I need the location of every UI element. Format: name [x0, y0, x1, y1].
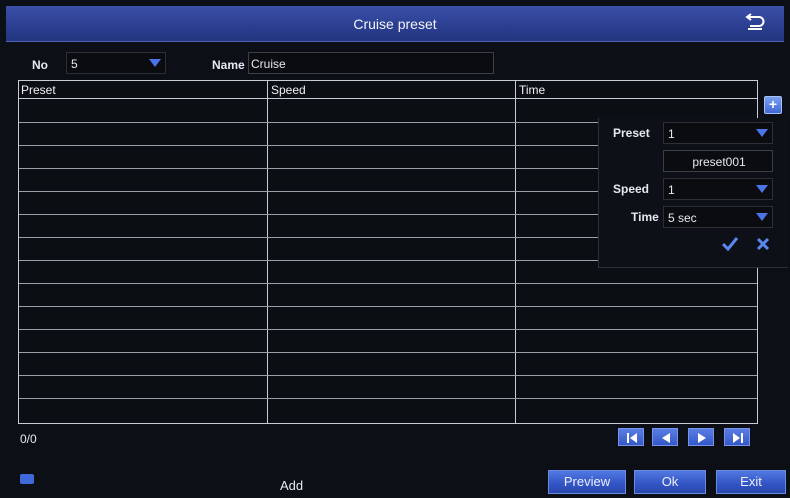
chevron-down-icon	[756, 185, 768, 193]
table-row	[19, 398, 757, 399]
popup-speed-label: Speed	[613, 182, 650, 196]
name-label: Name	[212, 58, 245, 72]
keyboard-icon[interactable]	[20, 474, 34, 484]
last-page-button[interactable]	[724, 428, 750, 446]
popup-preset-name-field[interactable]: preset001	[663, 150, 773, 172]
exit-button[interactable]: Exit	[716, 470, 786, 494]
popup-time-value: 5 sec	[668, 211, 697, 225]
popup-time-select[interactable]: 5 sec	[663, 206, 773, 228]
page-count: 0/0	[20, 432, 37, 446]
chevron-down-icon	[756, 129, 768, 137]
table-header: Preset Speed Time	[19, 81, 757, 99]
add-button[interactable]: Add	[280, 478, 303, 493]
first-page-icon	[627, 433, 637, 443]
window-title: Cruise preset	[353, 16, 437, 32]
column-header-preset: Preset	[21, 83, 56, 97]
preset-editor-popup: Preset 1 preset001 Speed 1 Time 5 sec	[598, 118, 788, 268]
title-bar: Cruise preset	[6, 6, 784, 42]
chevron-down-icon	[149, 59, 161, 67]
preview-button[interactable]: Preview	[548, 470, 626, 494]
no-select[interactable]: 5	[66, 52, 166, 74]
column-header-speed: Speed	[271, 83, 306, 97]
confirm-check-icon[interactable]	[721, 236, 739, 252]
next-page-button[interactable]	[688, 428, 714, 446]
cancel-x-icon[interactable]	[755, 236, 771, 252]
previous-page-icon	[662, 433, 670, 443]
no-value: 5	[71, 57, 78, 71]
table-row	[19, 329, 757, 330]
ok-button[interactable]: Ok	[634, 470, 706, 494]
popup-speed-value: 1	[668, 183, 675, 197]
column-divider	[515, 81, 516, 423]
name-field[interactable]: Cruise	[248, 52, 494, 74]
no-label: No	[32, 58, 48, 72]
popup-preset-value: 1	[668, 127, 675, 141]
table-row	[19, 375, 757, 376]
popup-time-label: Time	[631, 210, 659, 224]
popup-speed-select[interactable]: 1	[663, 178, 773, 200]
popup-preset-label: Preset	[613, 126, 650, 140]
next-page-icon	[698, 433, 706, 443]
first-page-button[interactable]	[618, 428, 644, 446]
popup-preset-select[interactable]: 1	[663, 122, 773, 144]
add-preset-icon[interactable]: +	[764, 96, 782, 114]
column-divider	[267, 81, 268, 423]
table-row	[19, 352, 757, 353]
last-page-icon	[733, 433, 743, 443]
column-header-time: Time	[519, 83, 546, 97]
return-icon[interactable]	[744, 13, 766, 33]
table-row	[19, 283, 757, 284]
table-row	[19, 306, 757, 307]
previous-page-button[interactable]	[652, 428, 678, 446]
chevron-down-icon	[756, 213, 768, 221]
